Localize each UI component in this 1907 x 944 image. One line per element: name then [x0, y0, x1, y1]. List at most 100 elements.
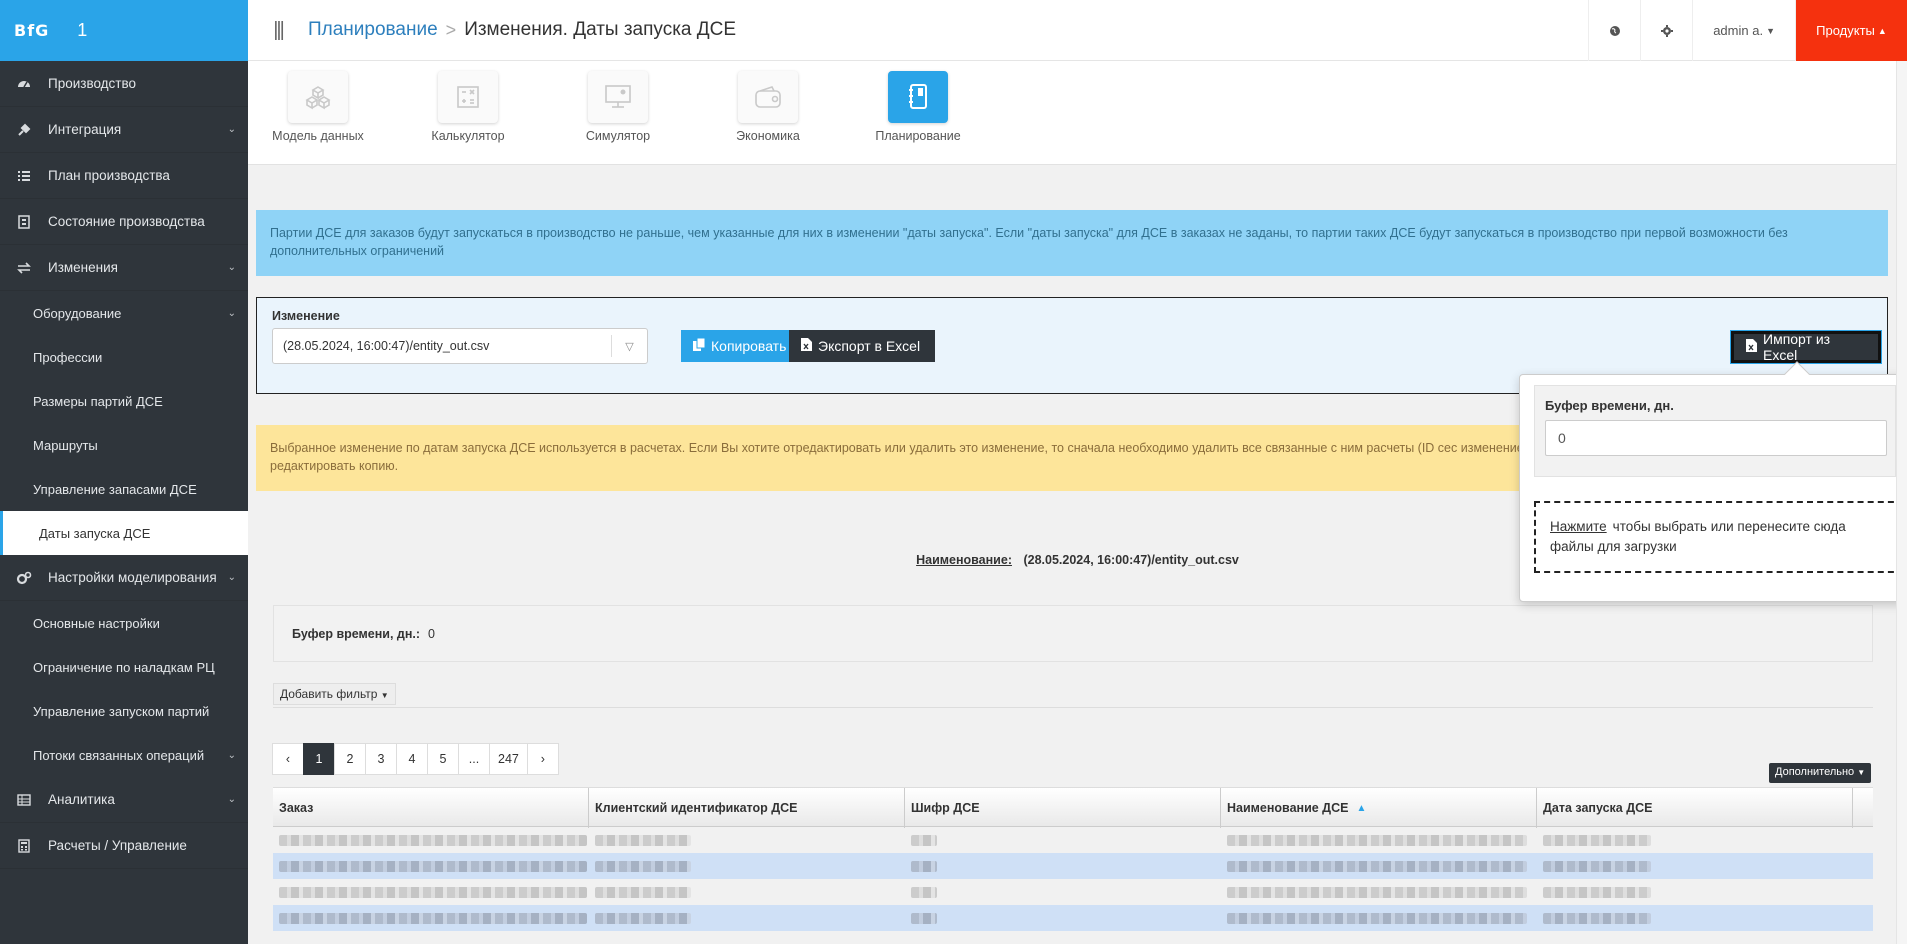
products-button[interactable]: Продукты ▲ — [1795, 0, 1907, 61]
sidebar-sub-setup-limits[interactable]: Ограничение по наладкам РЦ — [0, 645, 248, 689]
caret-up-icon: ▲ — [1877, 25, 1887, 36]
copy-label: Копировать — [711, 338, 787, 354]
redacted-cell — [905, 879, 1221, 905]
redacted-cell — [1537, 879, 1853, 905]
copy-button[interactable]: Копировать — [681, 330, 789, 362]
divider — [273, 707, 1873, 708]
file-dropzone[interactable]: Нажмите чтобы выбрать или перенесите сюда… — [1534, 501, 1904, 573]
list-icon — [0, 169, 48, 183]
header-actions: admin a. ▼ Продукты ▲ — [1588, 0, 1907, 61]
change-label: Изменение — [272, 309, 340, 323]
breadcrumb-link[interactable]: Планирование — [308, 19, 438, 41]
sidebar-item-calculations[interactable]: Расчеты / Управление — [0, 823, 248, 869]
app-number: 1 — [77, 20, 88, 40]
table-row[interactable] — [273, 905, 1873, 931]
page-247[interactable]: 247 — [489, 743, 528, 775]
redacted-cell — [273, 905, 589, 931]
warning-text: Выбранное изменение по датам запуска ДСЕ… — [270, 441, 1535, 473]
redacted-cell — [273, 879, 589, 905]
table-row[interactable] — [273, 827, 1873, 853]
sidebar-sub-label: Потоки связанных операций — [33, 747, 205, 763]
sidebar-item-integration[interactable]: Интеграция ⌄ — [0, 107, 248, 153]
sidebar-item-changes[interactable]: Изменения ⌄ — [0, 245, 248, 291]
sidebar-sub-equipment[interactable]: Оборудование ⌄ — [0, 291, 248, 335]
menu-toggle-icon[interactable]: ||| — [248, 19, 308, 42]
sidebar-sub-batch-launch[interactable]: Управление запуском партий — [0, 689, 248, 733]
add-filter-button[interactable]: Добавить фильтр ▼ — [273, 683, 396, 705]
redacted-cell — [273, 827, 589, 853]
products-label: Продукты — [1816, 23, 1875, 38]
export-excel-button[interactable]: Экспорт в Excel — [789, 330, 935, 362]
page-1[interactable]: 1 — [303, 743, 335, 775]
page-2[interactable]: 2 — [334, 743, 366, 775]
sidebar-sub-stock[interactable]: Управление запасами ДСЕ — [0, 467, 248, 511]
launch-dates-table: Заказ Клиентский идентификатор ДСЕ Шифр … — [273, 787, 1873, 931]
calculator-icon — [0, 838, 48, 853]
page-prev[interactable]: ‹ — [272, 743, 304, 775]
sidebar-sub-label: Основные настройки — [33, 615, 160, 631]
chevron-down-icon: ▽ — [611, 335, 647, 357]
page-4[interactable]: 4 — [396, 743, 428, 775]
sidebar-item-production-state[interactable]: Состояние производства — [0, 199, 248, 245]
page-ellipsis[interactable]: ... — [458, 743, 490, 775]
page-next[interactable]: › — [526, 743, 559, 775]
buffer-input[interactable] — [1545, 420, 1887, 456]
product-label: Симулятор — [585, 129, 651, 143]
sidebar-sub-label: Управление запуском партий — [33, 703, 210, 719]
sidebar-sub-label: Ограничение по наладкам РЦ — [33, 659, 215, 675]
redacted-cell — [1537, 853, 1853, 879]
product-planning[interactable]: Планирование — [848, 71, 988, 143]
column-launch-date[interactable]: Дата запуска ДСЕ — [1537, 788, 1853, 828]
sidebar-sub-linked-flows[interactable]: Потоки связанных операций ⌄ — [0, 733, 248, 777]
table-row[interactable] — [273, 879, 1873, 905]
choose-file-link[interactable]: Нажмите — [1550, 519, 1607, 534]
buffer-field-label: Буфер времени, дн. — [1545, 398, 1674, 413]
sidebar-item-modeling-settings[interactable]: Настройки моделирования ⌄ — [0, 555, 248, 601]
product-economics[interactable]: Экономика — [698, 71, 838, 143]
sidebar-sub-label: Оборудование — [33, 305, 122, 321]
sidebar-item-label: Настройки моделирования — [48, 570, 217, 585]
import-excel-button[interactable]: Импорт из Excel — [1730, 330, 1882, 364]
sidebar-sub-basic-settings[interactable]: Основные настройки — [0, 601, 248, 645]
change-select[interactable]: (28.05.2024, 16:00:47)/entity_out.csv ▽ — [272, 328, 648, 364]
redacted-cell — [1221, 827, 1537, 853]
pagination: ‹ 1 2 3 4 5 ... 247 › — [272, 743, 559, 775]
sidebar-sub-launch-dates[interactable]: Даты запуска ДСЕ — [0, 511, 248, 555]
sidebar-sub-professions[interactable]: Профессии — [0, 335, 248, 379]
products-bar: Модель данных Калькулятор Симулятор Экон… — [248, 61, 1907, 165]
redacted-cell — [273, 853, 589, 879]
sidebar-sub-batch-sizes[interactable]: Размеры партий ДСЕ — [0, 379, 248, 423]
product-data-model[interactable]: Модель данных — [248, 71, 388, 143]
sidebar-item-label: Производство — [48, 76, 137, 91]
sidebar-item-label: Изменения — [48, 260, 118, 275]
redacted-cell — [589, 879, 905, 905]
scrollbar[interactable] — [1896, 61, 1907, 944]
sidebar-sub-routes[interactable]: Маршруты — [0, 423, 248, 467]
user-menu[interactable]: admin a. ▼ — [1692, 0, 1795, 61]
product-simulator[interactable]: Симулятор — [548, 71, 688, 143]
sidebar-item-production-plan[interactable]: План производства — [0, 153, 248, 199]
sidebar-sub-label: Управление запасами ДСЕ — [33, 481, 197, 497]
monitor-icon — [588, 71, 648, 123]
caret-down-icon: ▼ — [380, 691, 389, 700]
sidebar-sub-label: Профессии — [33, 349, 103, 365]
gear-icon[interactable] — [1640, 0, 1692, 61]
logo[interactable]: BfG 1 — [0, 0, 248, 61]
table-row[interactable] — [273, 853, 1873, 879]
product-label: Калькулятор — [431, 129, 505, 143]
column-client-id[interactable]: Клиентский идентификатор ДСЕ — [589, 788, 905, 828]
product-calculator[interactable]: Калькулятор — [398, 71, 538, 143]
chevron-down-icon: ⌄ — [227, 262, 236, 273]
column-order[interactable]: Заказ — [273, 788, 589, 828]
page-5[interactable]: 5 — [427, 743, 459, 775]
sidebar-item-production[interactable]: Производство — [0, 61, 248, 107]
globe-icon[interactable] — [1588, 0, 1640, 61]
page-3[interactable]: 3 — [365, 743, 397, 775]
sidebar-item-analytics[interactable]: Аналитика ⌄ — [0, 777, 248, 823]
file-excel-icon — [801, 338, 812, 354]
column-code[interactable]: Шифр ДСЕ — [905, 788, 1221, 828]
column-name[interactable]: Наименование ДСЕ ▲ — [1221, 788, 1537, 828]
more-button[interactable]: Дополнительно ▼ — [1769, 763, 1872, 783]
breadcrumb-separator: > — [445, 19, 457, 40]
import-popover: Буфер времени, дн. Нажмитечтобы выбрать … — [1519, 361, 1907, 602]
